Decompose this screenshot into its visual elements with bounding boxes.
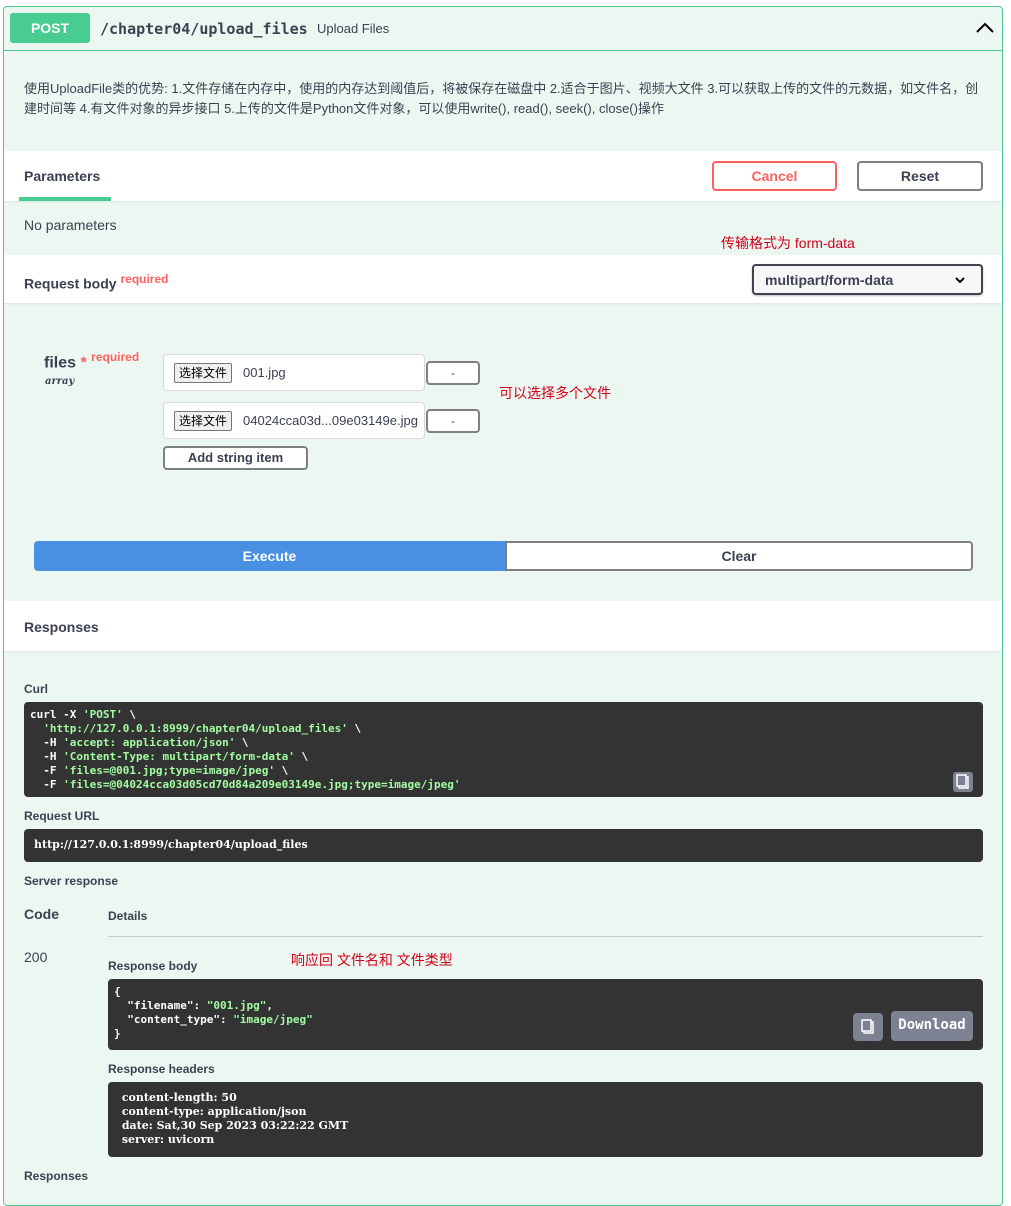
choose-file-button[interactable]: 选择文件	[174, 411, 233, 431]
header-line: content-type: application/json	[118, 1105, 307, 1118]
method-badge: POST	[10, 13, 90, 43]
remove-item-button[interactable]: -	[426, 409, 480, 433]
server-response-label: Server response	[24, 874, 119, 888]
reset-button[interactable]: Reset	[857, 161, 983, 191]
request-url: http://127.0.0.1:8999/chapter04/upload_f…	[34, 838, 308, 851]
curl-label: Curl	[24, 682, 48, 696]
request-body-title: Request body required	[24, 272, 168, 292]
content-type-value: multipart/form-data	[765, 272, 894, 288]
chevron-up-icon[interactable]	[974, 17, 996, 39]
curl-line: curl -X 'POST' \	[30, 708, 136, 721]
cancel-button[interactable]: Cancel	[712, 161, 837, 191]
details-header: Details	[108, 909, 148, 923]
required-star: *	[80, 354, 87, 372]
operation-summary[interactable]: POST /chapter04/upload_files Upload File…	[4, 7, 1002, 51]
request-url-block: http://127.0.0.1:8999/chapter04/upload_f…	[24, 829, 983, 862]
field-required-label: required	[91, 350, 140, 364]
body-line: {	[114, 985, 121, 998]
field-type: array	[45, 376, 75, 387]
required-label: required	[120, 272, 169, 286]
curl-line: -H 'Content-Type: multipart/form-data' \	[30, 750, 309, 763]
file-input-1: 选择文件 001.jpg	[163, 354, 425, 391]
add-item-button[interactable]: Add string item	[163, 446, 308, 470]
curl-line: 'http://127.0.0.1:8999/chapter04/upload_…	[43, 722, 362, 735]
curl-line: -F 'files=@04024cca03d05cd70d84a209e0314…	[30, 778, 461, 791]
copy-icon[interactable]	[853, 1013, 883, 1041]
parameters-header: Parameters Cancel Reset	[4, 151, 1002, 201]
annotation-response: 响应回 文件名和 文件类型	[291, 952, 453, 968]
dropdown-chevron-icon	[955, 277, 965, 284]
no-parameters-text: No parameters	[24, 217, 117, 233]
field-name: files	[44, 354, 77, 372]
response-headers-code: content-length: 50 content-type: applica…	[118, 1091, 973, 1147]
divider	[108, 936, 983, 937]
copy-icon[interactable]	[953, 772, 973, 792]
request-body-header: Request body required multipart/form-dat…	[4, 255, 1002, 303]
parameters-tab[interactable]: Parameters	[24, 168, 100, 184]
code-header: Code	[24, 906, 59, 922]
annotation-format: 传输格式为 form-data	[721, 235, 855, 251]
response-body-code: { "filename": "001.jpg", "content_type":…	[114, 985, 977, 1041]
endpoint-description: 使用UploadFile类的优势: 1.文件存储在内存中，使用的内存达到阈值后，…	[24, 81, 979, 116]
header-line: date: Sat,30 Sep 2023 03:22:22 GMT	[118, 1119, 349, 1132]
request-url-label: Request URL	[24, 809, 100, 823]
selected-filename: 04024cca03d...09e03149e.jpg	[243, 413, 418, 428]
curl-line: -F 'files=@001.jpg;type=image/jpeg' \	[30, 764, 289, 777]
file-input-2: 选择文件 04024cca03d...09e03149e.jpg	[163, 402, 425, 439]
response-body-label: Response body	[108, 959, 198, 973]
endpoint-path: /chapter04/upload_files	[100, 20, 308, 38]
operation-block: POST /chapter04/upload_files Upload File…	[3, 6, 1003, 1206]
body-line: "content_type": "image/jpeg"	[114, 1013, 313, 1026]
responses-footer-title: Responses	[24, 1169, 89, 1183]
tab-underline	[19, 197, 111, 201]
status-code: 200	[24, 949, 48, 965]
endpoint-summary: Upload Files	[317, 21, 390, 36]
curl-line: -H 'accept: application/json' \	[30, 736, 249, 749]
header-line: content-length: 50	[118, 1091, 237, 1104]
responses-title: Responses	[24, 619, 99, 635]
download-button[interactable]: Download	[891, 1011, 973, 1041]
clear-button[interactable]: Clear	[505, 541, 973, 571]
response-body-block: { "filename": "001.jpg", "content_type":…	[108, 979, 983, 1050]
curl-code: curl -X 'POST' \ 'http://127.0.0.1:8999/…	[30, 708, 977, 792]
curl-block: curl -X 'POST' \ 'http://127.0.0.1:8999/…	[24, 702, 983, 797]
field-name-row: files * required	[44, 350, 139, 372]
selected-filename: 001.jpg	[243, 365, 286, 380]
response-headers-label: Response headers	[108, 1062, 215, 1076]
header-line: server: uvicorn	[118, 1133, 215, 1146]
body-line: "filename": "001.jpg",	[114, 999, 273, 1012]
content-type-select[interactable]: multipart/form-data	[752, 264, 983, 295]
annotation-multi: 可以选择多个文件	[499, 385, 611, 401]
body-line: }	[114, 1027, 121, 1040]
responses-header: Responses	[4, 601, 1002, 651]
execute-button[interactable]: Execute	[34, 541, 505, 571]
response-headers-block: content-length: 50 content-type: applica…	[108, 1082, 983, 1157]
remove-item-button[interactable]: -	[426, 361, 480, 385]
request-body-label: Request body	[24, 275, 117, 292]
choose-file-button[interactable]: 选择文件	[174, 363, 233, 383]
